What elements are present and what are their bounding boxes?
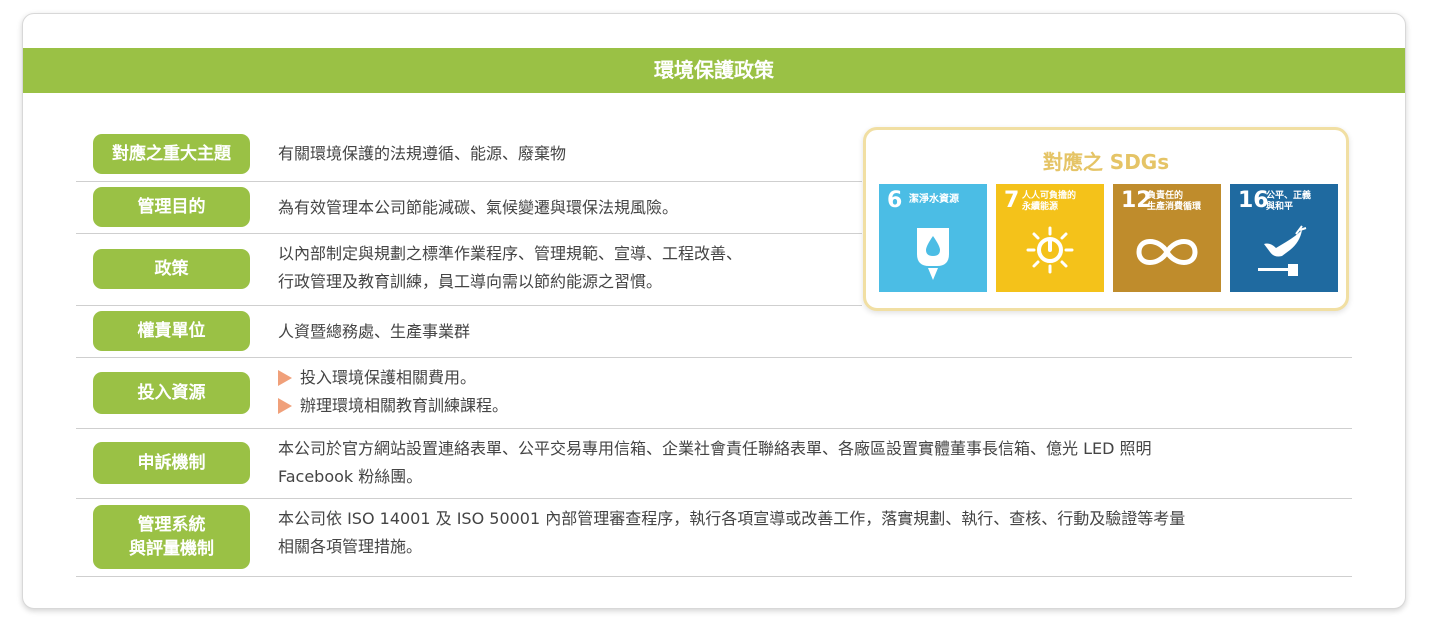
bullet-item: 辦理環境相關教育訓練課程。 <box>278 392 508 420</box>
sdg-16-tile: 16 公平、正義 與和平 <box>1230 184 1338 292</box>
sdgs-panel: 對應之 SDGs 6 潔淨水資源 7 人人可負擔的 永續能源 12 負責任的 生… <box>863 127 1349 311</box>
bullet-item: 投入環境保護相關費用。 <box>278 364 508 392</box>
text-line: 相關各項管理措施。 <box>278 537 423 556</box>
triangle-bullet-icon <box>278 370 292 386</box>
dove-icon <box>1258 225 1307 276</box>
triangle-bullet-icon <box>278 398 292 414</box>
row-complaint: 申訴機制 本公司於官方網站設置連絡表單、公平交易專用信箱、企業社會責任聯絡表單、… <box>76 429 1352 499</box>
label-pill: 申訴機制 <box>93 442 250 484</box>
row-text: 以內部制定與規劃之標準作業程序、管理規範、宣導、工程改善、 行政管理及教育訓練，… <box>278 240 742 296</box>
water-drop-icon <box>917 228 949 280</box>
row-resources: 投入資源 投入環境保護相關費用。 辦理環境相關教育訓練課程。 <box>76 358 1352 429</box>
label-pill: 政策 <box>93 249 250 289</box>
row-policy: 政策 以內部制定與規劃之標準作業程序、管理規範、宣導、工程改善、 行政管理及教育… <box>76 234 862 306</box>
text-line: 以內部制定與規劃之標準作業程序、管理規範、宣導、工程改善、 <box>278 244 743 263</box>
row-text: 有關環境保護的法規遵循、能源、廢棄物 <box>278 144 567 163</box>
text-line: 本公司於官方網站設置連絡表單、公平交易專用信箱、企業社會責任聯絡表單、各廠區設置… <box>278 439 1152 458</box>
row-material-topic: 對應之重大主題 有關環境保護的法規遵循、能源、廢棄物 <box>76 127 862 182</box>
bullet-text: 投入環境保護相關費用。 <box>300 368 477 387</box>
page-title: 環境保護政策 <box>23 48 1405 93</box>
row-text: 本公司於官方網站設置連絡表單、公平交易專用信箱、企業社會責任聯絡表單、各廠區設置… <box>278 435 1152 491</box>
sun-power-icon <box>1026 226 1074 274</box>
label-line: 管理系統 <box>137 515 206 535</box>
text-line: 本公司依 ISO 14001 及 ISO 50001 內部管理審查程序，執行各項… <box>278 509 1186 528</box>
label-pill: 管理系統 與評量機制 <box>93 505 250 569</box>
label-pill: 管理目的 <box>93 187 250 227</box>
label-pill: 權責單位 <box>93 311 250 351</box>
row-text: 投入環境保護相關費用。 辦理環境相關教育訓練課程。 <box>278 364 508 420</box>
row-management-system: 管理系統 與評量機制 本公司依 ISO 14001 及 ISO 50001 內部… <box>76 499 1352 577</box>
label-pill: 投入資源 <box>93 372 250 414</box>
sdg-6-tile: 6 潔淨水資源 <box>879 184 987 292</box>
text-line: Facebook 粉絲團。 <box>278 467 423 486</box>
label-pill: 對應之重大主題 <box>93 134 250 174</box>
sdg-7-tile: 7 人人可負擔的 永續能源 <box>996 184 1104 292</box>
sdgs-title: 對應之 SDGs <box>1042 150 1170 174</box>
row-text: 本公司依 ISO 14001 及 ISO 50001 內部管理審查程序，執行各項… <box>278 505 1185 561</box>
row-text: 人資暨總務處、生產事業群 <box>278 322 471 341</box>
label-line: 與評量機制 <box>129 539 214 559</box>
row-purpose: 管理目的 為有效管理本公司節能減碳、氣候變遷與環保法規風險。 <box>76 182 862 234</box>
text-line: 行政管理及教育訓練，員工導向需以節約能源之習慣。 <box>278 272 663 291</box>
row-text: 為有效管理本公司節能減碳、氣候變遷與環保法規風險。 <box>278 198 679 217</box>
row-responsible-unit: 權責單位 人資暨總務處、生產事業群 <box>76 306 1352 358</box>
bullet-text: 辦理環境相關教育訓練課程。 <box>300 396 509 415</box>
infinity-icon <box>1136 239 1198 265</box>
sdg-12-tile: 12 負責任的 生產消費循環 <box>1113 184 1221 292</box>
policy-card: 環境保護政策 對應之重大主題 有關環境保護的法規遵循、能源、廢棄物 管理目的 為… <box>22 13 1406 609</box>
